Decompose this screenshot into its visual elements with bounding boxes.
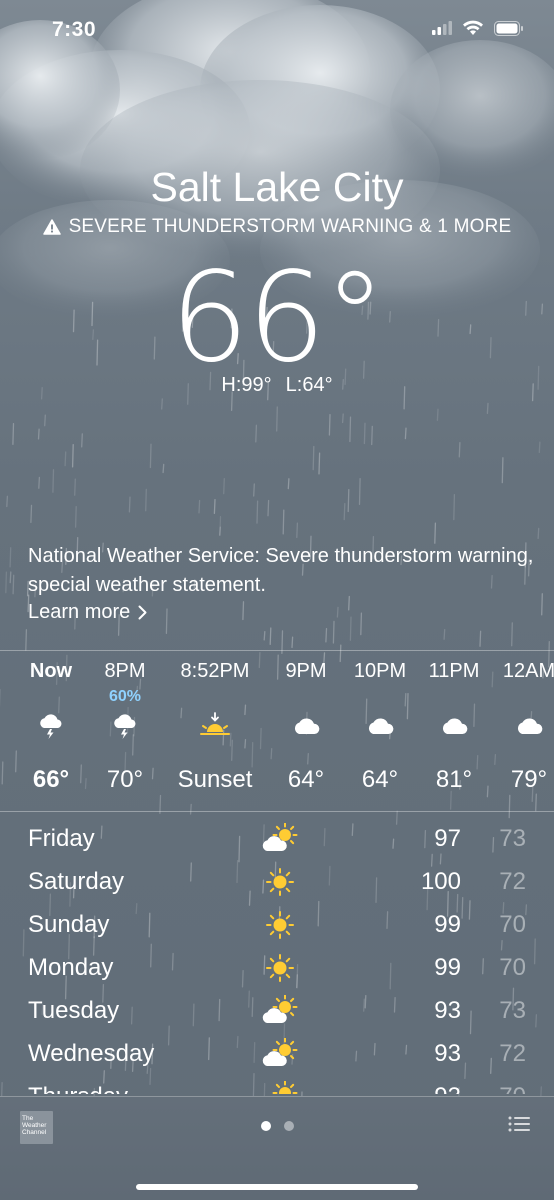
daily-row: Saturday 100 72 xyxy=(0,861,554,904)
day-low: 70 xyxy=(499,954,526,981)
cloud-bolt-icon xyxy=(80,708,170,744)
hour-temp: 70° xyxy=(106,766,144,793)
day-name: Wednesday xyxy=(28,1040,155,1067)
day-name: Friday xyxy=(28,825,95,852)
learn-more-label: Learn more xyxy=(28,601,131,623)
day-high: 100 xyxy=(420,868,461,895)
sun-icon xyxy=(260,951,300,985)
day-high: 99 xyxy=(434,954,461,981)
page-indicator[interactable] xyxy=(0,1121,554,1131)
partly-cloudy-icon xyxy=(260,1037,300,1071)
divider xyxy=(0,650,554,651)
hour-time: 8PM xyxy=(104,660,146,682)
hour-item: 12AM 79° xyxy=(484,660,554,794)
hour-temp: Sunset xyxy=(177,766,253,793)
cellular-signal-icon xyxy=(432,21,452,35)
sun-icon xyxy=(260,908,300,942)
high-low: H:99° L:64° xyxy=(0,374,554,397)
hour-time: 8:52PM xyxy=(180,660,250,682)
divider xyxy=(0,811,554,812)
bottom-bar: The Weather Channel xyxy=(0,1096,554,1200)
day-high: 93 xyxy=(434,1040,461,1067)
day-high: 93 xyxy=(434,1083,461,1094)
weather-warning[interactable]: SEVERE THUNDERSTORM WARNING & 1 MORE xyxy=(0,216,554,238)
hour-temp: 79° xyxy=(510,766,548,793)
list-icon[interactable] xyxy=(508,1115,530,1133)
precip-chance: 60% xyxy=(108,688,142,705)
daily-row: Tuesday 93 73 xyxy=(0,990,554,1033)
city-name: Salt Lake City xyxy=(150,164,404,210)
home-indicator[interactable] xyxy=(136,1184,418,1190)
day-high: 99 xyxy=(434,911,461,938)
daily-row: Friday 97 73 xyxy=(0,818,554,861)
day-low: 73 xyxy=(499,825,526,852)
chevron-right-icon xyxy=(138,605,147,620)
hour-item: 8PM 60% 70° xyxy=(80,660,170,794)
day-low: 70 xyxy=(499,1083,526,1094)
wifi-icon xyxy=(463,20,483,35)
precip-chance xyxy=(170,688,260,708)
partly-cloudy-icon xyxy=(260,822,300,856)
warning-text: SEVERE THUNDERSTORM WARNING & 1 MORE xyxy=(68,216,512,237)
learn-more-link[interactable]: Learn more xyxy=(28,601,147,624)
day-name: Thursday xyxy=(28,1083,128,1094)
status-time: 7:30 xyxy=(52,18,97,41)
daily-forecast[interactable]: Friday 97 73 Saturday 100 72 Sunday 99 7… xyxy=(0,818,554,1094)
current-temperature: 66° xyxy=(170,246,386,390)
status-icons xyxy=(432,20,524,36)
low-temperature: L:64° xyxy=(285,374,333,396)
day-name: Saturday xyxy=(28,868,125,895)
day-name: Sunday xyxy=(28,911,110,938)
precip-chance xyxy=(484,688,554,708)
page-dot[interactable] xyxy=(260,1121,271,1131)
status-bar: 7:30 xyxy=(0,0,554,60)
battery-icon xyxy=(494,20,523,36)
daily-row: Sunday 99 70 xyxy=(0,904,554,947)
alert-text: National Weather Service: Severe thunder… xyxy=(28,545,534,596)
partly-cloudy-icon xyxy=(260,994,300,1028)
day-name: Tuesday xyxy=(28,997,120,1024)
sunset-icon xyxy=(170,708,260,744)
day-low: 72 xyxy=(499,868,526,895)
hour-time: 12AM xyxy=(502,660,554,682)
hour-item: 8:52PM Sunset xyxy=(170,660,260,794)
high-temperature: H:99° xyxy=(221,374,272,396)
daily-row: Thursday 93 70 xyxy=(0,1076,554,1094)
day-low: 73 xyxy=(499,997,526,1024)
cloud-icon xyxy=(484,708,554,744)
day-high: 93 xyxy=(434,997,461,1024)
day-high: 97 xyxy=(434,825,461,852)
sun-icon xyxy=(260,865,300,899)
warning-triangle-icon xyxy=(42,219,61,235)
day-name: Monday xyxy=(28,954,114,981)
daily-row: Wednesday 93 72 xyxy=(0,1033,554,1076)
day-low: 70 xyxy=(499,911,526,938)
hourly-forecast[interactable]: Now 66° 8PM 60% 70° 8:52PM Sunset 9PM 64… xyxy=(0,660,554,800)
page-dot[interactable] xyxy=(283,1121,294,1131)
partly-cloudy-icon xyxy=(260,1080,300,1094)
daily-row: Monday 99 70 xyxy=(0,947,554,990)
day-low: 72 xyxy=(499,1040,526,1067)
